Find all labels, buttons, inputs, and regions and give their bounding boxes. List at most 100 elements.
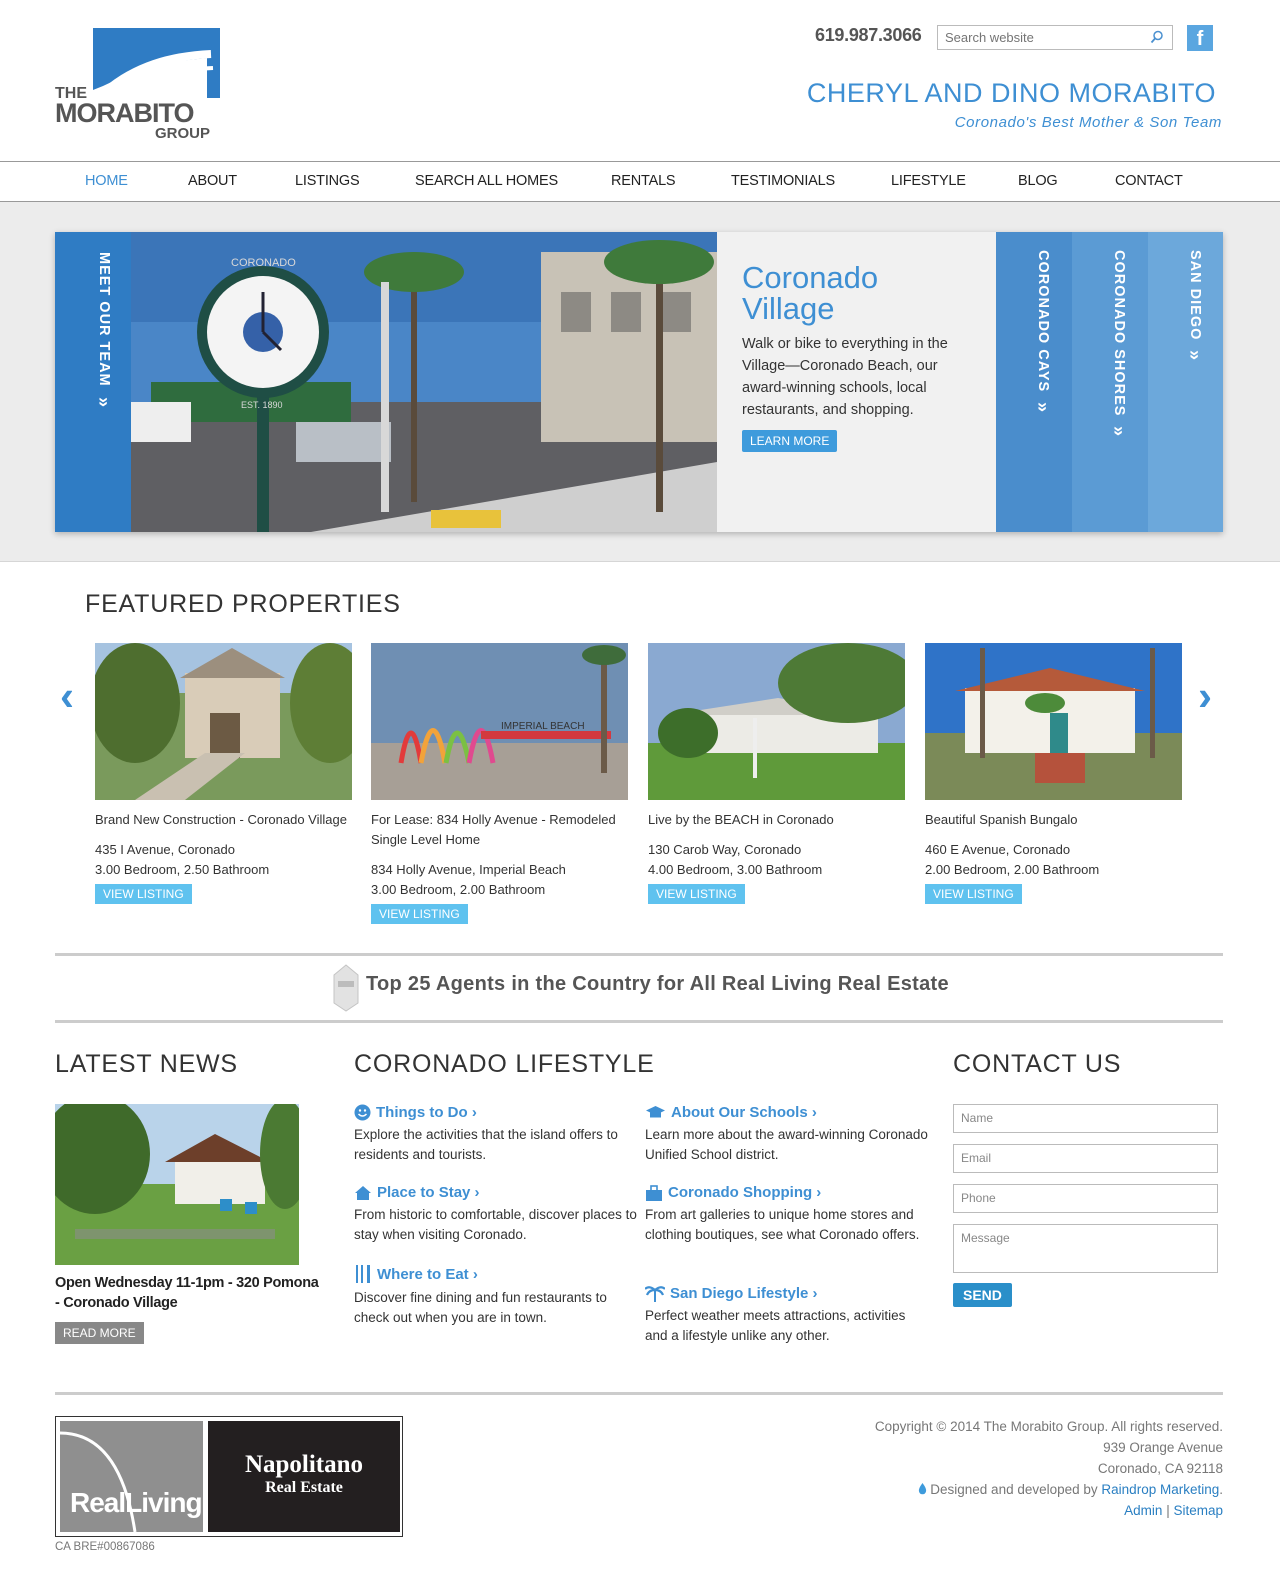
chevron-double-icon: »: [94, 396, 114, 408]
listing-card: IMPERIAL BEACH For Lease: 834 Holly Aven…: [371, 643, 628, 924]
search-icon[interactable]: [1150, 30, 1164, 44]
graduation-cap-icon: [646, 1106, 665, 1118]
nav-about[interactable]: ABOUT: [188, 173, 237, 189]
brokerage-logos: RealLiving Napolitano Real Estate: [55, 1416, 403, 1537]
search-box: [937, 25, 1173, 50]
news-caption[interactable]: Open Wednesday 11-1pm - 320 Pomona - Cor…: [55, 1273, 325, 1313]
address-line-2: Coronado, CA 92118: [1097, 1461, 1223, 1476]
lifestyle-link[interactable]: Coronado Shopping ›: [645, 1184, 930, 1201]
copyright: Copyright © 2014 The Morabito Group. All…: [874, 1419, 1223, 1434]
home-icon: [355, 1185, 371, 1200]
footer-links: Admin | Sitemap: [1124, 1503, 1223, 1518]
listing-address: 435 I Avenue, Coronado: [95, 842, 235, 857]
view-listing-button[interactable]: VIEW LISTING: [95, 884, 192, 904]
listing-card: Live by the BEACH in Coronado 130 Carob …: [648, 643, 905, 904]
name-field[interactable]: Name: [953, 1104, 1218, 1133]
lifestyle-desc: Learn more about the award-winning Coron…: [645, 1127, 928, 1162]
listing-title[interactable]: For Lease: 834 Holly Avenue - Remodeled …: [371, 810, 628, 860]
chevron-double-icon: »: [1033, 402, 1053, 414]
listing-photo[interactable]: IMPERIAL BEACH: [371, 643, 628, 800]
listing-card: Beautiful Spanish Bungalo 460 E Avenue, …: [925, 643, 1182, 904]
main-nav: HOME ABOUT LISTINGS SEARCH ALL HOMES REN…: [0, 161, 1280, 202]
lifestyle-desc: Perfect weather meets attractions, activ…: [645, 1308, 906, 1343]
nav-contact[interactable]: CONTACT: [1115, 173, 1183, 189]
latest-news-heading: LATEST NEWS: [55, 1050, 238, 1078]
facebook-icon[interactable]: f: [1187, 25, 1213, 51]
nav-search-all-homes[interactable]: SEARCH ALL HOMES: [415, 173, 558, 189]
email-field[interactable]: Email: [953, 1144, 1218, 1173]
tab-coronado-cays-label: CORONADO CAYS: [1035, 250, 1051, 393]
logo-group: GROUP: [155, 125, 211, 142]
chevron-double-icon: »: [1109, 426, 1129, 438]
lifestyle-link[interactable]: About Our Schools ›: [645, 1104, 930, 1121]
featured-properties-heading: FEATURED PROPERTIES: [85, 590, 401, 618]
listing-address: 460 E Avenue, Coronado: [925, 842, 1071, 857]
carousel-prev-icon[interactable]: ‹: [60, 672, 74, 720]
lifestyle-desc: Discover fine dining and fun restaurants…: [354, 1290, 607, 1325]
learn-more-button[interactable]: LEARN MORE: [742, 430, 838, 452]
napolitano-logo[interactable]: Napolitano Real Estate: [208, 1421, 400, 1532]
raindrop-icon: [918, 1483, 926, 1495]
listing-rooms: 3.00 Bedroom, 2.00 Bathroom: [371, 882, 546, 897]
carousel-next-icon[interactable]: ›: [1198, 672, 1212, 720]
phone-number[interactable]: 619.987.3066: [815, 25, 922, 46]
nav-testimonials[interactable]: TESTIMONIALS: [731, 173, 835, 189]
lifestyle-item: Place to Stay › From historic to comfort…: [354, 1184, 639, 1245]
lifestyle-link[interactable]: Things to Do ›: [354, 1104, 639, 1121]
listing-rooms: 3.00 Bedroom, 2.50 Bathroom: [95, 862, 270, 877]
listing-address: 834 Holly Avenue, Imperial Beach: [371, 862, 566, 877]
view-listing-button[interactable]: VIEW LISTING: [925, 884, 1022, 904]
phone-field[interactable]: Phone: [953, 1184, 1218, 1213]
hero-photo: CORONADO EST. 1890: [131, 232, 717, 532]
agents-banner-text: Top 25 Agents in the Country for All Rea…: [366, 973, 949, 995]
search-input[interactable]: [938, 26, 1138, 49]
lifestyle-item: Coronado Shopping › From art galleries t…: [645, 1184, 930, 1245]
view-listing-button[interactable]: VIEW LISTING: [648, 884, 745, 904]
listing-photo[interactable]: [648, 643, 905, 800]
lifestyle-link[interactable]: Place to Stay ›: [354, 1184, 639, 1201]
site-logo[interactable]: THE MORABITO GROUP: [55, 26, 225, 146]
read-more-button[interactable]: READ MORE: [55, 1322, 144, 1344]
divider: [55, 1020, 1223, 1023]
news-photo[interactable]: [55, 1104, 299, 1265]
lifestyle-link[interactable]: Where to Eat ›: [354, 1264, 639, 1284]
meet-our-team-tab[interactable]: MEET OUR TEAM »: [55, 232, 131, 532]
sitemap-link[interactable]: Sitemap: [1173, 1503, 1223, 1518]
award-badge-icon: [332, 963, 360, 1013]
address-line-1: 939 Orange Avenue: [1103, 1440, 1223, 1455]
nav-blog[interactable]: BLOG: [1018, 173, 1058, 189]
lifestyle-item: Things to Do › Explore the activities th…: [354, 1104, 639, 1165]
message-field[interactable]: Message: [953, 1224, 1218, 1273]
listing-rooms: 2.00 Bedroom, 2.00 Bathroom: [925, 862, 1100, 877]
agent-names: CHERYL AND DINO MORABITO: [806, 78, 1216, 108]
admin-link[interactable]: Admin: [1124, 1503, 1162, 1518]
send-button[interactable]: SEND: [953, 1283, 1012, 1307]
real-living-logo[interactable]: RealLiving: [60, 1421, 203, 1532]
tab-coronado-cays[interactable]: CORONADO CAYS »: [996, 232, 1072, 532]
designer-link[interactable]: Raindrop Marketing: [1101, 1482, 1219, 1497]
tab-san-diego[interactable]: SAN DIEGO »: [1148, 232, 1223, 532]
lifestyle-item: About Our Schools › Learn more about the…: [645, 1104, 930, 1165]
lifestyle-item: Where to Eat › Discover fine dining and …: [354, 1264, 639, 1328]
listing-card: Brand New Construction - Coronado Villag…: [95, 643, 352, 904]
tab-san-diego-label: SAN DIEGO: [1187, 250, 1203, 341]
shopping-bag-icon: [646, 1184, 662, 1201]
hero-slider: MEET OUR TEAM» CORONADO EST. 1890 Corona…: [55, 232, 1223, 532]
nav-home[interactable]: HOME: [85, 173, 128, 189]
hero-title: Coronado Village: [742, 260, 879, 326]
nav-listings[interactable]: LISTINGS: [295, 173, 360, 189]
chevron-double-icon: »: [1185, 350, 1205, 362]
view-listing-button[interactable]: VIEW LISTING: [371, 904, 468, 924]
coronado-lifestyle-heading: CORONADO LIFESTYLE: [354, 1050, 655, 1078]
nav-lifestyle[interactable]: LIFESTYLE: [891, 173, 966, 189]
tab-coronado-shores[interactable]: CORONADO SHORES »: [1072, 232, 1148, 532]
divider: [55, 953, 1223, 956]
utensils-icon: [356, 1265, 370, 1283]
listing-photo[interactable]: [95, 643, 352, 800]
lifestyle-link[interactable]: San Diego Lifestyle ›: [645, 1284, 930, 1302]
beach-sign: IMPERIAL BEACH: [501, 721, 585, 732]
listing-rooms: 4.00 Bedroom, 3.00 Bathroom: [648, 862, 823, 877]
lifestyle-desc: Explore the activities that the island o…: [354, 1127, 618, 1162]
listing-photo[interactable]: [925, 643, 1182, 800]
nav-rentals[interactable]: RENTALS: [611, 173, 676, 189]
